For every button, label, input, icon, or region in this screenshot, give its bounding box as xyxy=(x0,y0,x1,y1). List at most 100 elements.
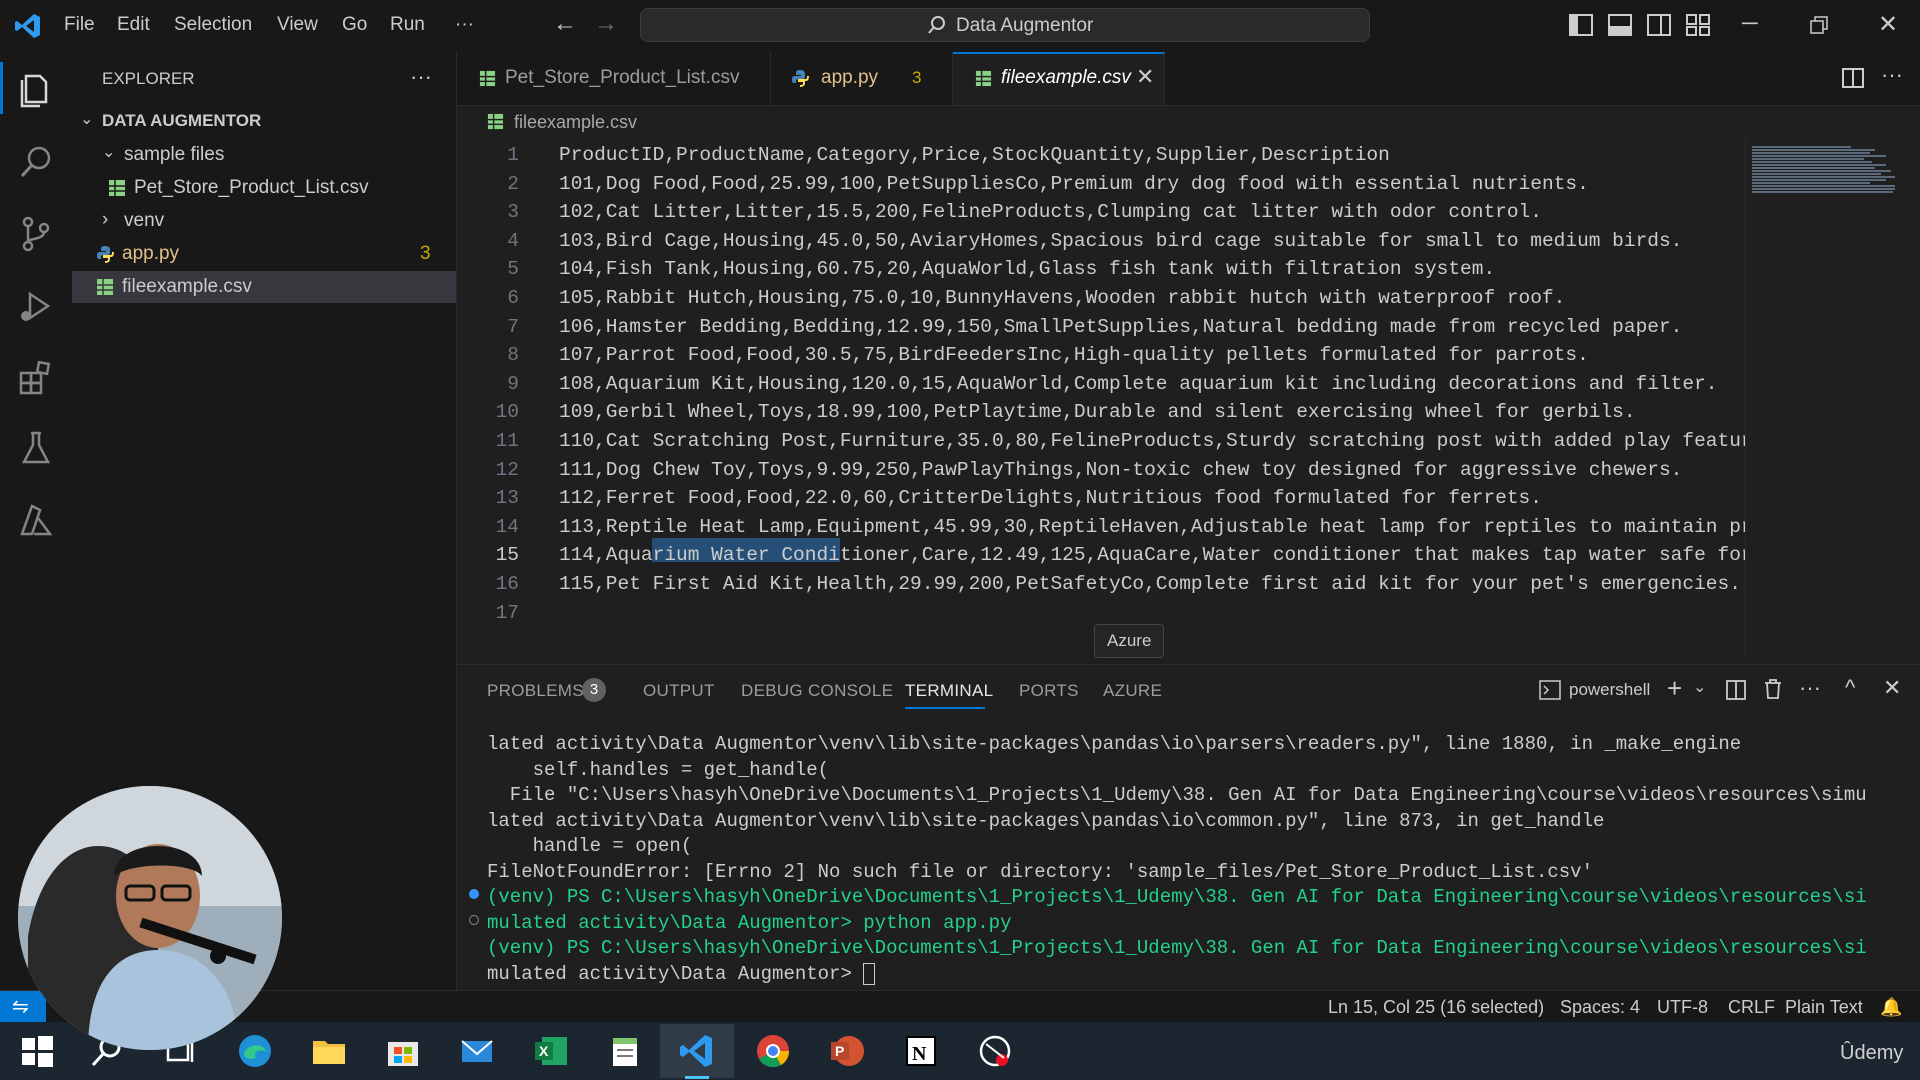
snipping-tool-icon[interactable] xyxy=(976,1032,1014,1070)
udemy-watermark: Ûdemy xyxy=(1840,1042,1904,1064)
workspace-root-label: DATA AUGMENTOR xyxy=(102,111,262,130)
tab-app-py[interactable]: app.py 3 xyxy=(771,52,953,105)
tab-label: Pet_Store_Product_List.csv xyxy=(505,67,740,88)
tab-fileexample-csv[interactable]: fileexample.csv ✕ xyxy=(953,52,1165,105)
workspace-root[interactable]: ⌄ DATA AUGMENTOR xyxy=(72,106,456,138)
tab-label: app.py xyxy=(821,67,879,88)
chevron-right-icon: › xyxy=(102,209,109,230)
menu-go[interactable]: Go xyxy=(342,14,367,36)
toggle-primary-sidebar-icon[interactable] xyxy=(1568,12,1594,38)
edge-icon[interactable] xyxy=(236,1032,274,1070)
excel-icon[interactable]: X xyxy=(532,1032,570,1070)
file-label: Pet_Store_Product_List.csv xyxy=(134,177,369,198)
run-debug-icon[interactable] xyxy=(16,286,56,326)
tab-terminal[interactable]: TERMINAL xyxy=(905,681,993,701)
mail-icon[interactable] xyxy=(458,1032,496,1070)
tab-problems[interactable]: PROBLEMS xyxy=(487,681,584,701)
folder-sample-files[interactable]: ⌄ sample files xyxy=(72,139,456,171)
shell-name[interactable]: powershell xyxy=(1569,680,1650,700)
file-fileexample-csv[interactable]: fileexample.csv xyxy=(72,271,456,303)
command-center-search[interactable]: Data Augmentor xyxy=(640,8,1370,42)
minimap-line xyxy=(1752,188,1895,190)
code-editor[interactable]: 1 ProductID,ProductName,Category,Price,St… xyxy=(457,138,1920,658)
file-explorer-icon[interactable] xyxy=(310,1032,348,1070)
folder-venv[interactable]: › venv xyxy=(72,205,456,237)
restore-icon[interactable] xyxy=(1810,16,1828,34)
terminal-prompt-line: mulated activity\Data Augmentor> python … xyxy=(487,912,1012,934)
toggle-secondary-sidebar-icon[interactable] xyxy=(1646,12,1672,38)
split-editor-icon[interactable] xyxy=(1841,66,1865,90)
code-line: 104,Fish Tank,Housing,60.75,20,AquaWorld… xyxy=(559,258,1496,281)
command-decoration-success-icon[interactable] xyxy=(469,889,479,899)
panel-more-icon[interactable]: ··· xyxy=(1799,675,1821,701)
customize-layout-icon[interactable] xyxy=(1685,12,1711,38)
line-number: 3 xyxy=(507,201,519,224)
menu-more[interactable]: ··· xyxy=(455,14,474,36)
csv-file-icon xyxy=(487,113,504,130)
close-window-icon[interactable]: ✕ xyxy=(1878,10,1898,39)
minimap-line xyxy=(1752,167,1876,169)
line-number: 9 xyxy=(507,372,519,395)
source-control-icon[interactable] xyxy=(16,214,56,254)
file-pet-store-csv[interactable]: Pet_Store_Product_List.csv xyxy=(72,172,456,204)
tab-output[interactable]: OUTPUT xyxy=(643,681,715,701)
line-number: 14 xyxy=(495,515,519,538)
remote-indicator[interactable]: ⇋ xyxy=(0,991,46,1023)
terminal-line: handle = open( xyxy=(487,835,693,857)
testing-flask-icon[interactable] xyxy=(16,428,56,468)
trash-icon[interactable] xyxy=(1763,678,1783,700)
menu-run[interactable]: Run xyxy=(390,14,425,36)
encoding[interactable]: UTF-8 xyxy=(1657,997,1708,1018)
menu-file[interactable]: File xyxy=(64,14,95,36)
problems-count-badge: 3 xyxy=(582,678,606,702)
breadcrumb: fileexample.csv xyxy=(457,106,1920,138)
tab-pet-store-csv[interactable]: Pet_Store_Product_List.csv xyxy=(457,52,771,105)
end-of-line[interactable]: CRLF xyxy=(1728,997,1775,1018)
menu-view[interactable]: View xyxy=(277,14,318,36)
powerpoint-icon[interactable]: P xyxy=(828,1032,866,1070)
tab-label: fileexample.csv xyxy=(1001,67,1131,88)
bell-icon[interactable]: 🔔 xyxy=(1880,997,1902,1018)
breadcrumb-file[interactable]: fileexample.csv xyxy=(514,112,637,133)
forward-arrow-icon[interactable]: → xyxy=(594,10,618,38)
notepad-icon[interactable] xyxy=(606,1032,644,1070)
microsoft-store-icon[interactable] xyxy=(384,1032,422,1070)
tab-debug-console[interactable]: DEBUG CONSOLE xyxy=(741,681,893,701)
minimap[interactable] xyxy=(1745,138,1906,658)
maximize-panel-icon[interactable]: ^ xyxy=(1845,675,1855,701)
vscode-icon[interactable] xyxy=(678,1032,716,1070)
close-panel-icon[interactable]: ✕ xyxy=(1883,675,1901,701)
menu-edit[interactable]: Edit xyxy=(117,14,150,36)
language-mode[interactable]: Plain Text xyxy=(1785,997,1863,1018)
python-file-icon xyxy=(792,70,809,87)
notion-icon[interactable]: N xyxy=(902,1032,940,1070)
terminal-line: File "C:\Users\hasyh\OneDrive\Documents\… xyxy=(487,784,1867,806)
azure-icon[interactable] xyxy=(16,500,56,540)
line-number: 4 xyxy=(507,229,519,252)
tab-ports[interactable]: PORTS xyxy=(1019,681,1079,701)
new-terminal-icon[interactable]: + xyxy=(1667,673,1682,704)
windows-start-icon[interactable] xyxy=(18,1032,56,1070)
indentation[interactable]: Spaces: 4 xyxy=(1560,997,1640,1018)
toggle-panel-icon[interactable] xyxy=(1607,12,1633,38)
editor-more-actions-icon[interactable]: ··· xyxy=(1881,62,1903,88)
back-arrow-icon[interactable]: ← xyxy=(553,10,577,38)
extensions-icon[interactable] xyxy=(16,358,56,398)
chrome-icon[interactable] xyxy=(754,1032,792,1070)
code-line: 106,Hamster Bedding,Bedding,12.99,150,Sm… xyxy=(559,315,1683,338)
minimize-icon[interactable]: ─ xyxy=(1742,10,1758,36)
explorer-more-icon[interactable]: ··· xyxy=(410,64,432,90)
line-number: 5 xyxy=(507,258,519,281)
cursor-position[interactable]: Ln 15, Col 25 (16 selected) xyxy=(1328,997,1544,1018)
close-tab-icon[interactable]: ✕ xyxy=(1136,64,1154,90)
code-line: 102,Cat Litter,Litter,15.5,200,FelinePro… xyxy=(559,201,1542,224)
menu-selection[interactable]: Selection xyxy=(174,14,252,36)
file-app-py[interactable]: app.py 3 xyxy=(72,238,456,270)
split-terminal-icon[interactable] xyxy=(1725,679,1747,701)
tab-azure[interactable]: AZURE xyxy=(1103,681,1162,701)
explorer-icon[interactable] xyxy=(16,68,56,108)
command-decoration-empty-icon[interactable] xyxy=(469,915,479,925)
chevron-down-icon[interactable]: ⌄ xyxy=(1693,677,1706,697)
search-icon[interactable] xyxy=(16,142,56,182)
code-line: 112,Ferret Food,Food,22.0,60,CritterDeli… xyxy=(559,487,1542,510)
